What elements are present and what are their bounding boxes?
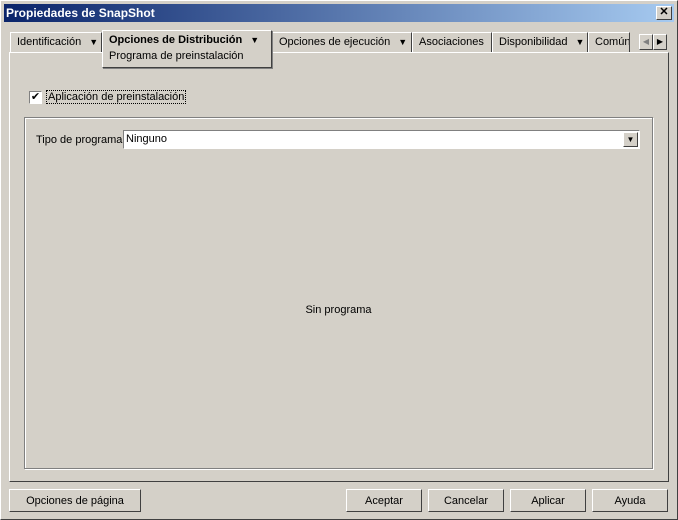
tab-asociaciones[interactable]: Asociaciones — [412, 32, 492, 52]
close-button[interactable]: ✕ — [656, 6, 672, 20]
tab-identificacion[interactable]: Identificación ▼ — [10, 32, 102, 52]
tab-opciones-distribucion[interactable]: Opciones de Distribución ▼ Programa de pre… — [102, 30, 272, 68]
tab-label: Identificación — [17, 36, 82, 48]
chevron-down-icon[interactable]: ▼ — [250, 35, 259, 45]
program-type-value: Ninguno — [126, 133, 167, 145]
empty-state-text: Sin programa — [305, 304, 372, 316]
window-title: Propiedades de SnapShot — [6, 6, 155, 20]
tab-label: Opciones de Distribución — [109, 34, 243, 46]
tab-label: Común — [595, 36, 630, 48]
program-type-select[interactable]: Ninguno ▼ — [123, 130, 640, 149]
chevron-down-icon[interactable]: ▼ — [89, 37, 98, 47]
tab-comun[interactable]: Común — [588, 32, 630, 52]
checkmark-icon[interactable]: ✔ — [29, 90, 42, 104]
scroll-right-icon[interactable]: ▶ — [653, 34, 667, 50]
scroll-left-icon[interactable]: ◀ — [639, 34, 653, 50]
checkbox-label: Aplicación de preinstalación — [46, 90, 187, 104]
subpage-programa-preinstalacion[interactable]: Programa de preinstalación — [109, 49, 265, 63]
help-button[interactable]: Ayuda — [592, 489, 668, 512]
tab-opciones-ejecucion[interactable]: Opciones de ejecución ▼ — [272, 32, 412, 52]
apply-button[interactable]: Aplicar — [510, 489, 586, 512]
tab-disponibilidad[interactable]: Disponibilidad ▼ — [492, 32, 588, 52]
program-type-label: Tipo de programa: — [36, 134, 126, 146]
chevron-down-icon[interactable]: ▼ — [576, 37, 585, 47]
title-bar: Propiedades de SnapShot ✕ — [4, 4, 674, 22]
ok-button[interactable]: Aceptar — [346, 489, 422, 512]
tab-label: Asociaciones — [419, 36, 484, 48]
tab-label: Disponibilidad — [499, 36, 568, 48]
cancel-button[interactable]: Cancelar — [428, 489, 504, 512]
page-options-button[interactable]: Opciones de página — [9, 489, 141, 512]
tab-label: Opciones de ejecución — [279, 36, 391, 48]
program-group — [24, 117, 653, 469]
chevron-down-icon[interactable]: ▼ — [623, 132, 638, 147]
preinstall-checkbox[interactable]: ✔ Aplicación de preinstalación — [29, 90, 187, 104]
chevron-down-icon[interactable]: ▼ — [398, 37, 407, 47]
